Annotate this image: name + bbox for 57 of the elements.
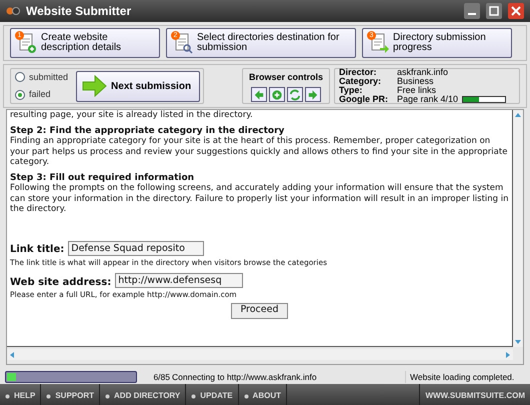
- app-logo-icon: [6, 6, 20, 16]
- bullet-icon: [46, 394, 52, 398]
- info-value: Free links: [397, 86, 438, 95]
- scroll-down-icon[interactable]: [515, 340, 521, 344]
- info-label: Google PR:: [339, 95, 389, 104]
- section-heading: Step 2: Find the appropriate category in the directory: [10, 126, 286, 136]
- status-message: Connecting to http://www.askfrank.info: [172, 370, 318, 384]
- horizontal-scrollbar[interactable]: [7, 349, 513, 360]
- input-field[interactable]: http://www.defensesq: [115, 273, 244, 288]
- bullet-icon: [5, 394, 10, 398]
- bullet-icon: [244, 394, 249, 398]
- window-title: Website Submitter: [26, 3, 132, 20]
- step-label: Directory submission progress: [393, 33, 487, 53]
- status-text: Website loading completed.: [405, 370, 525, 384]
- footer-link[interactable]: SUPPORT: [41, 384, 100, 405]
- bullet-icon: [191, 394, 196, 398]
- add-button[interactable]: [269, 86, 285, 102]
- panel-title: Browser controls: [248, 71, 324, 84]
- vertical-scrollbar[interactable]: [513, 110, 523, 347]
- scroll-right-icon[interactable]: [506, 352, 510, 358]
- minimize-icon: [468, 13, 476, 15]
- scroll-left-icon[interactable]: [10, 352, 14, 358]
- scroll-up-icon[interactable]: [515, 113, 521, 117]
- section-text: Following the prompts on the following screens, and accurately adding your information will ensure that the system can store your information in the directory. Failure to properly list your information will result in an improper listing in the directory.: [10, 183, 509, 214]
- info-value: askfrank.info: [397, 68, 450, 77]
- section-text: Finding an appropriate category for your site is at the heart of this process. Remember, proper categorization on your part helps us process and review your suggestions quickly and allows others to find your site in the appropriate category.: [10, 136, 508, 168]
- footer-link[interactable]: ABOUT: [238, 384, 287, 405]
- progress-count: 6/85: [152, 370, 170, 384]
- input-field[interactable]: Defense Squad reposito: [68, 240, 204, 256]
- footer-link[interactable]: WWW.SUBMITSUITE.COM: [420, 384, 530, 405]
- arrow-icon: [81, 75, 108, 97]
- info-label: Category:: [339, 77, 382, 86]
- maximize-button[interactable]: [486, 3, 502, 19]
- field-label: Link title:: [10, 245, 64, 256]
- forward-arrow-button[interactable]: [305, 86, 321, 102]
- info-label: Type:: [339, 86, 362, 95]
- page-rank-bar: [462, 96, 506, 103]
- footer-link[interactable]: ADD DIRECTORY: [100, 384, 186, 405]
- info-value: Page rank 4/10: [397, 95, 458, 104]
- close-button[interactable]: [508, 3, 524, 19]
- next-submission-button[interactable]: Next submission: [76, 70, 200, 102]
- refresh-button[interactable]: [287, 86, 303, 102]
- section-heading: Step 3: Fill out required information: [10, 172, 196, 183]
- info-value: Business: [397, 77, 435, 86]
- radio-option[interactable]: submitted: [15, 70, 68, 84]
- page-text: resulting page, your site is already listed in the directory.: [10, 110, 254, 120]
- back-arrow-button[interactable]: [251, 86, 267, 102]
- bullet-icon: [105, 394, 110, 398]
- step-label: Select directories destination for submission: [197, 33, 340, 53]
- field-label: Web site address:: [10, 278, 112, 288]
- minimize-button[interactable]: [464, 3, 480, 19]
- footer-link[interactable]: HELP: [0, 384, 42, 405]
- footer-link[interactable]: UPDATE: [186, 384, 239, 405]
- step-label: Create website description details: [41, 33, 122, 53]
- info-label: Director:: [339, 68, 378, 77]
- radio-option[interactable]: failed: [15, 88, 68, 102]
- proceed-button[interactable]: Proceed: [231, 302, 288, 318]
